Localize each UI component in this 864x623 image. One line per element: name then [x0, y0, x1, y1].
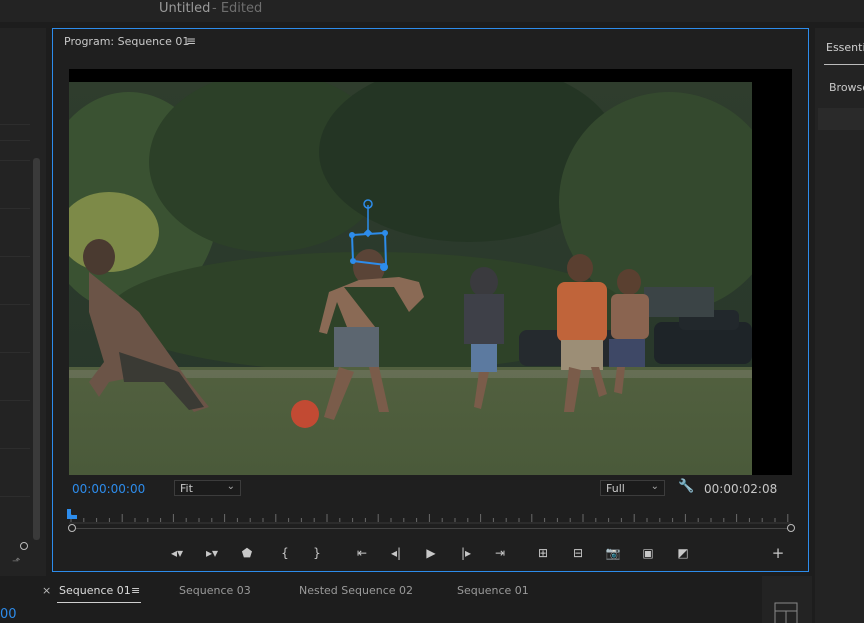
play-icon[interactable]: ▶	[420, 544, 442, 562]
go-to-in-icon[interactable]: {	[274, 544, 296, 562]
add-button-icon[interactable]: +	[767, 544, 789, 562]
settings-wrench-icon[interactable]: 🔧	[678, 479, 694, 494]
video-image	[69, 82, 752, 475]
right-panel-field[interactable]	[818, 108, 864, 130]
chevron-down-icon: ⌄	[650, 481, 659, 492]
left-scroll-handle[interactable]	[20, 542, 28, 550]
mark-out-icon[interactable]: ▸▾	[201, 544, 223, 562]
tab-sequence-03[interactable]: Sequence 03	[179, 584, 251, 597]
lift-icon[interactable]: ⊞	[532, 544, 554, 562]
add-marker-icon[interactable]: ⬟	[236, 544, 258, 562]
comparison-view-icon[interactable]: ▣	[637, 544, 659, 562]
proxy-toggle-icon[interactable]: ◩	[672, 544, 694, 562]
export-icon[interactable]: ⬏	[12, 556, 20, 567]
edited-status: - Edited	[212, 1, 263, 16]
tab-active-indicator	[57, 602, 141, 603]
tab-essential[interactable]: Essentia	[826, 41, 864, 54]
duration-timecode: 00:00:02:08	[704, 482, 778, 496]
extract-icon[interactable]: ⊟	[567, 544, 589, 562]
go-to-out-point-icon[interactable]: ⇥	[489, 544, 511, 562]
tools-panel	[762, 576, 812, 623]
out-handle[interactable]	[787, 524, 795, 532]
step-back-icon[interactable]: ◂|	[385, 544, 407, 562]
title-bar	[0, 0, 864, 22]
playback-resolution-dropdown[interactable]: Full ⌄	[600, 480, 665, 496]
in-handle[interactable]	[68, 524, 76, 532]
tab-sequence-01-active[interactable]: Sequence 01	[59, 584, 131, 597]
time-ruler[interactable]	[69, 510, 791, 524]
current-timecode[interactable]: 00:00:00:00	[72, 482, 145, 496]
monitor-menu-icon[interactable]: ≡	[186, 34, 196, 48]
chevron-down-icon: ⌄	[226, 481, 235, 492]
go-to-in-point-icon[interactable]: ⇤	[351, 544, 373, 562]
tab-nested-sequence-02[interactable]: Nested Sequence 02	[299, 584, 413, 597]
zoom-level-dropdown[interactable]: Fit ⌄	[174, 480, 241, 496]
tab-menu-icon[interactable]: ≡	[131, 584, 140, 597]
tab-browse[interactable]: Browse	[829, 81, 864, 94]
tab-active-indicator	[824, 64, 864, 65]
video-frame[interactable]	[69, 82, 752, 475]
monitor-title[interactable]: Program: Sequence 01	[64, 35, 189, 48]
transform-handle-overlay[interactable]	[340, 195, 396, 275]
zoom-level-value: Fit	[180, 482, 193, 495]
tab-sequence-01[interactable]: Sequence 01	[457, 584, 529, 597]
export-frame-icon[interactable]: 📷	[602, 544, 624, 562]
close-tab-icon[interactable]: ×	[42, 584, 51, 597]
step-forward-icon[interactable]: |▸	[455, 544, 477, 562]
playhead-icon[interactable]	[66, 508, 78, 520]
app-title: Untitled	[159, 1, 211, 16]
go-to-out-icon[interactable]: }	[306, 544, 328, 562]
resolution-value: Full	[606, 482, 625, 495]
timeline-timecode[interactable]: 00	[0, 607, 17, 622]
layout-grid-icon[interactable]	[774, 602, 798, 623]
mark-in-icon[interactable]: ◂▾	[166, 544, 188, 562]
left-panel-scrollbar[interactable]	[33, 158, 40, 540]
timeline-track[interactable]	[72, 528, 791, 529]
